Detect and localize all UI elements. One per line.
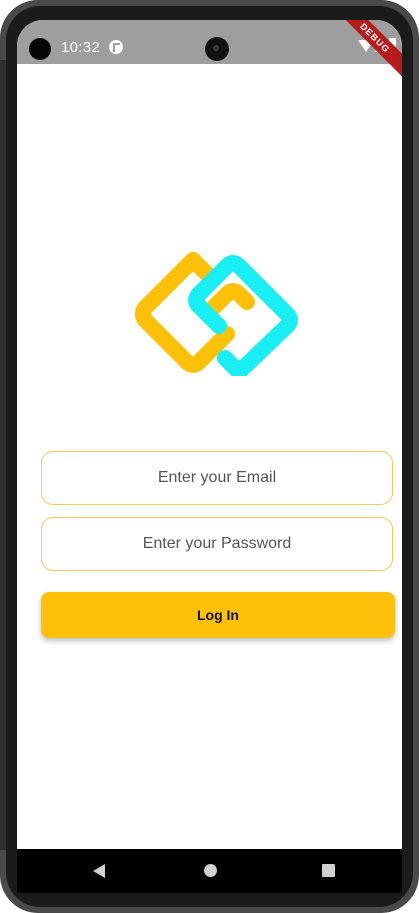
status-bar: 10:32 DEBUG bbox=[17, 20, 402, 83]
app-screen: 10:32 DEBUG Enter your Email Log In bbox=[17, 20, 402, 893]
password-input[interactable] bbox=[42, 534, 392, 554]
system-navigation-bar bbox=[17, 849, 402, 893]
phone-frame: 10:32 DEBUG Enter your Email Log In bbox=[0, 0, 419, 913]
app-logo bbox=[135, 252, 298, 376]
front-camera-left bbox=[29, 38, 51, 60]
recents-square-icon[interactable] bbox=[322, 864, 335, 877]
home-circle-icon[interactable] bbox=[204, 864, 217, 877]
email-field[interactable] bbox=[41, 451, 393, 505]
password-field[interactable] bbox=[41, 517, 393, 571]
front-camera-center bbox=[205, 37, 229, 61]
back-triangle-icon[interactable] bbox=[93, 864, 105, 878]
email-input[interactable] bbox=[42, 468, 392, 488]
app-notification-icon bbox=[109, 40, 123, 54]
status-time: 10:32 bbox=[61, 39, 101, 56]
login-button[interactable]: Log In bbox=[41, 592, 395, 638]
